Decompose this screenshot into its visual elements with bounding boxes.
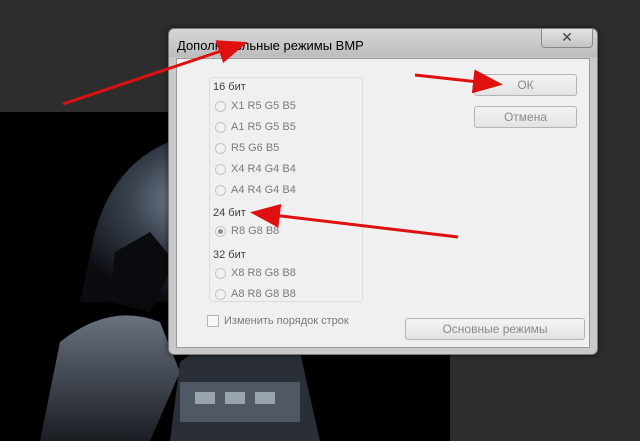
group-label-16bit: 16 бит	[213, 81, 246, 93]
ok-button[interactable]: ОК	[474, 74, 577, 96]
radio-a8r8g8b8[interactable]: A8 R8 G8 B8	[215, 287, 296, 301]
radio-x1r5g5b5[interactable]: X1 R5 G5 B5	[215, 99, 296, 113]
radio-r5g6b5[interactable]: R5 G6 B5	[215, 141, 279, 155]
radio-circle-icon	[215, 100, 226, 112]
radio-r8g8b8[interactable]: R8 G8 B8	[215, 224, 279, 238]
radio-selected-icon	[215, 225, 226, 237]
cancel-button[interactable]: Отмена	[474, 106, 577, 128]
checkbox-icon	[207, 315, 219, 327]
close-button[interactable]: ✕	[541, 29, 593, 48]
dialog-client-area: 16 бит X1 R5 G5 B5 A1 R5 G5 B5 R5 G6 B5 …	[176, 58, 590, 348]
radio-a1r5g5b5[interactable]: A1 R5 G5 B5	[215, 120, 296, 134]
radio-circle-icon	[215, 121, 226, 133]
radio-circle-icon	[215, 163, 226, 175]
radio-circle-icon	[215, 288, 226, 300]
radio-circle-icon	[215, 142, 226, 154]
radio-x4r4g4b4[interactable]: X4 R4 G4 B4	[215, 162, 296, 176]
radio-x8r8g8b8[interactable]: X8 R8 G8 B8	[215, 266, 296, 280]
basic-modes-button[interactable]: Основные режимы	[405, 318, 585, 340]
radio-circle-icon	[215, 267, 226, 279]
bmp-modes-dialog: Дополнительные режимы BMP ✕ 16 бит X1 R5…	[168, 28, 598, 355]
radio-a4r4g4b4[interactable]: A4 R4 G4 B4	[215, 183, 296, 197]
radio-circle-icon	[215, 184, 226, 196]
close-icon: ✕	[561, 29, 573, 45]
group-label-32bit: 32 бит	[213, 249, 246, 261]
reverse-row-order-checkbox[interactable]: Изменить порядок строк	[207, 315, 349, 327]
dialog-title: Дополнительные режимы BMP	[177, 38, 364, 53]
group-label-24bit: 24 бит	[213, 207, 246, 219]
dialog-titlebar[interactable]: Дополнительные режимы BMP ✕	[169, 29, 597, 57]
